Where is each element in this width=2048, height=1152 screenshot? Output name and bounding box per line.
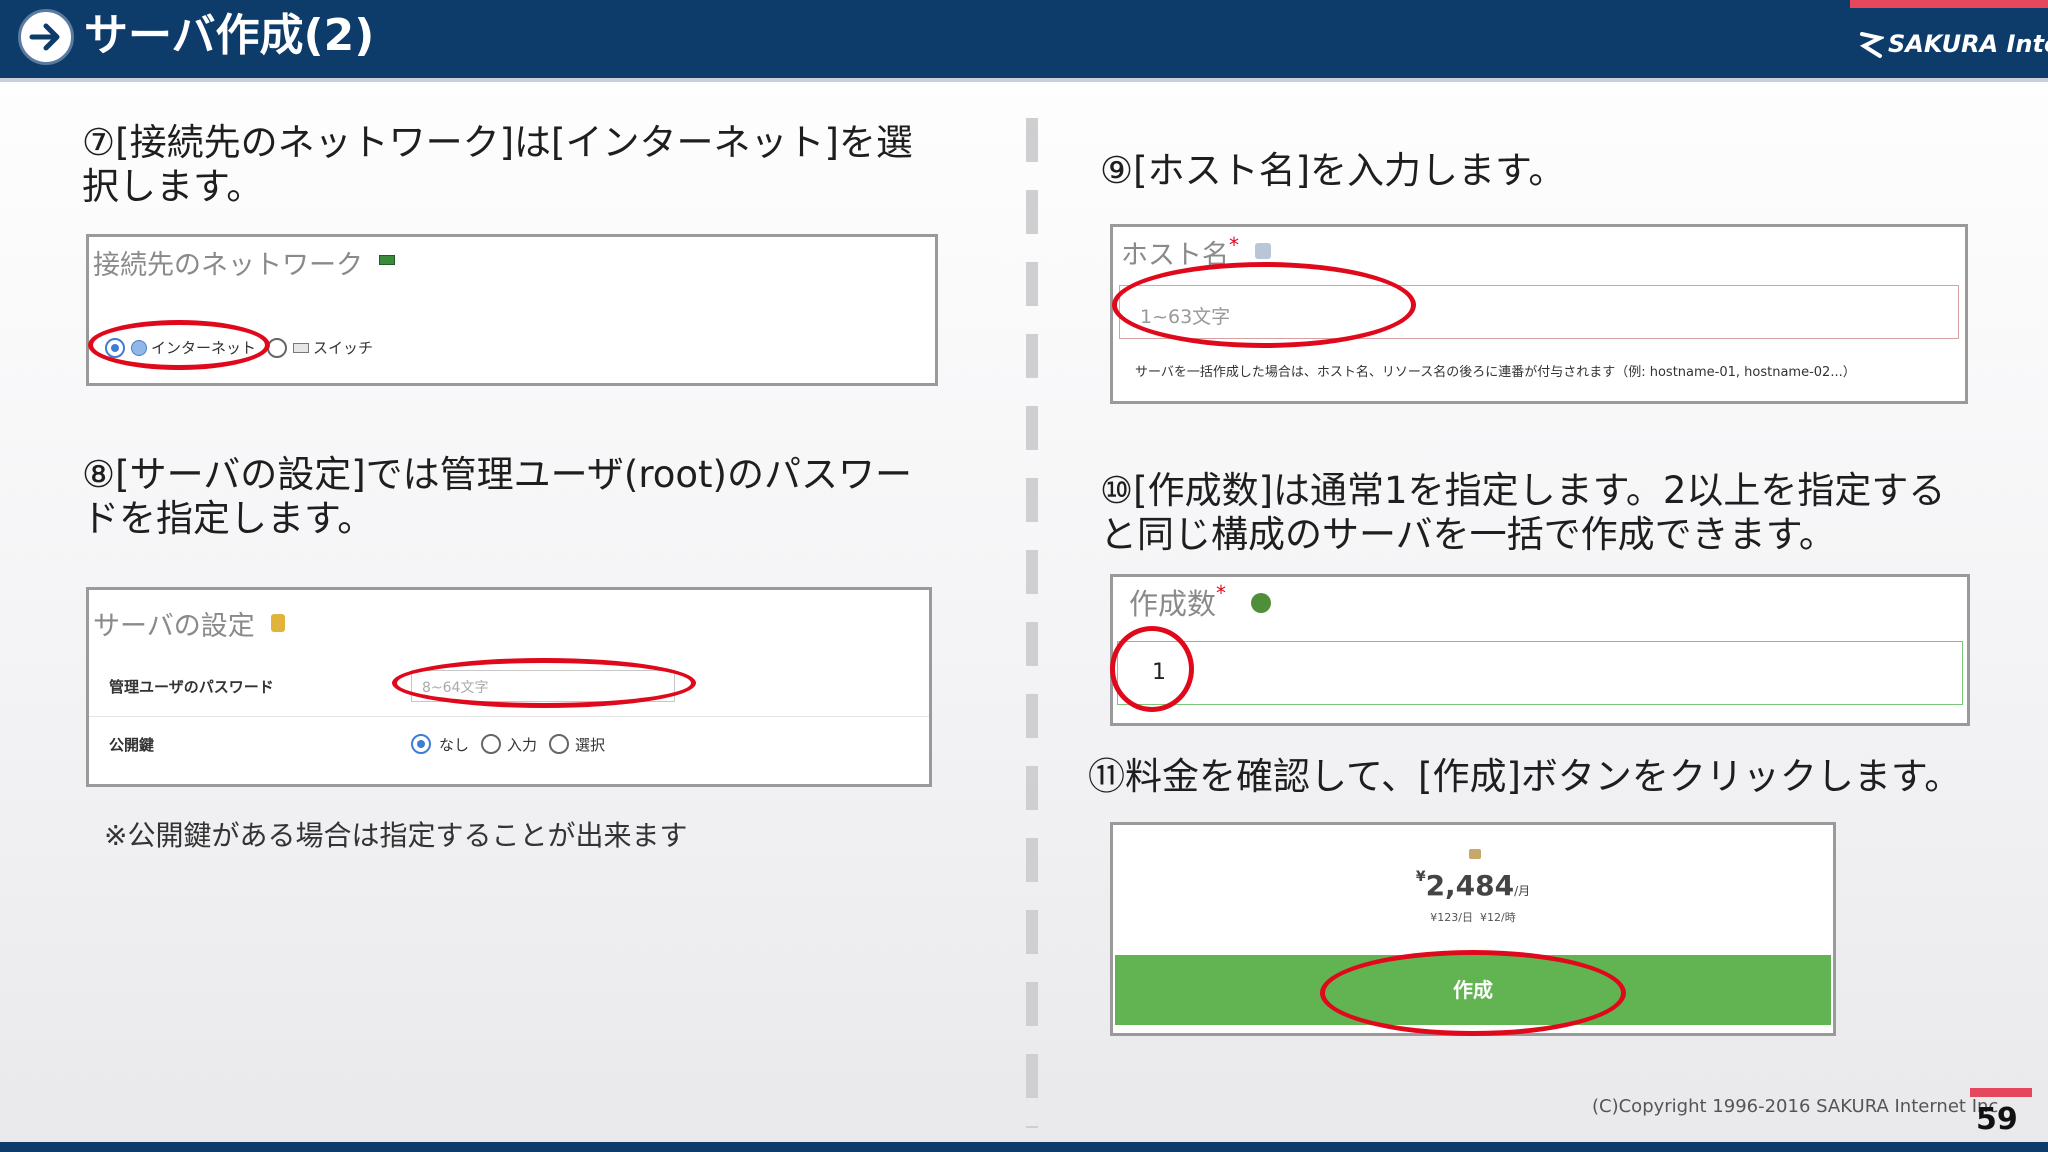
step7-line2: 択します。 <box>82 165 264 208</box>
server-settings-title: サーバの設定 <box>93 611 255 642</box>
slide-title: サーバ作成(2) <box>84 10 375 61</box>
header-shadow <box>0 78 2048 82</box>
highlight-ring-hostname <box>1112 262 1416 348</box>
price-main: ¥2,484/月 <box>1113 869 1833 902</box>
trophy-icon <box>271 614 285 632</box>
step8-line1: ⑧[サーバの設定]では管理ユーザ(root)のパスワー <box>82 453 912 496</box>
network-card-icon <box>379 255 395 265</box>
sakura-logo: SAKURA Internet <box>1858 26 2048 62</box>
count-input[interactable]: 1 <box>1117 641 1963 705</box>
price-hourly: ¥12/時 <box>1480 911 1516 924</box>
page-number: 59 <box>1976 1102 2018 1137</box>
switch-icon <box>293 343 309 353</box>
arrow-right-icon <box>18 9 74 65</box>
coin-icon <box>1469 849 1481 859</box>
pubkey-select-label[interactable]: 選択 <box>575 734 605 755</box>
step8-line2: ドを指定します。 <box>82 497 375 540</box>
required-mark: * <box>1229 233 1239 257</box>
logo-text: SAKURA Internet <box>1888 30 2048 58</box>
radio-pubkey-input[interactable] <box>481 734 501 754</box>
price-sub: ¥123/日 ¥12/時 <box>1113 909 1833 925</box>
count-panel: 作成数* 1 <box>1110 574 1970 726</box>
pubkey-label: 公開鍵 <box>109 736 155 754</box>
radio-pubkey-select[interactable] <box>549 734 569 754</box>
step11-line1: ⑪料金を確認して、[作成]ボタンをクリックします。 <box>1088 755 1962 798</box>
highlight-ring-create <box>1320 950 1626 1036</box>
column-divider <box>1026 118 1038 1128</box>
highlight-ring-internet <box>88 320 270 370</box>
count-title: 作成数* <box>1129 581 1226 623</box>
pubkey-none-label[interactable]: なし <box>439 734 469 755</box>
sakura-logo-icon <box>1859 32 1886 58</box>
network-panel-title: 接続先のネットワーク <box>93 250 363 281</box>
accent-bar-bottom <box>1970 1088 2032 1097</box>
tree-icon <box>1251 593 1271 613</box>
highlight-ring-password <box>392 658 696 708</box>
step9-line1: ⑨[ホスト名]を入力します。 <box>1100 149 1566 192</box>
step10-line2: と同じ構成のサーバを一括で作成できます。 <box>1100 513 1836 556</box>
step10-line1: ⑩[作成数]は通常1を指定します。2以上を指定する <box>1100 469 1946 512</box>
hostname-help: サーバを一括作成した場合は、ホスト名、リソース名の後ろに連番が付与されます（例:… <box>1135 365 1856 380</box>
highlight-ring-count <box>1110 626 1194 712</box>
price-value: 2,484 <box>1425 869 1515 902</box>
price-daily: ¥123/日 <box>1430 911 1473 924</box>
footer-bar <box>0 1142 2048 1152</box>
price-unit: /月 <box>1514 884 1531 898</box>
pubkey-input-label[interactable]: 入力 <box>507 734 537 755</box>
accent-bar-top <box>1850 0 2048 8</box>
count-required-mark: * <box>1216 581 1227 605</box>
password-label: 管理ユーザのパスワード <box>109 678 274 696</box>
count-title-text: 作成数 <box>1129 587 1217 621</box>
copyright: (C)Copyright 1996-2016 SAKURA Internet I… <box>1592 1096 2005 1117</box>
radio-pubkey-none[interactable] <box>411 734 431 754</box>
tag-icon <box>1255 243 1271 259</box>
radio-switch[interactable] <box>267 338 287 358</box>
option-switch-label[interactable]: スイッチ <box>313 337 373 358</box>
row-divider <box>89 716 929 717</box>
step7-line1: ⑦[接続先のネットワーク]は[インターネット]を選 <box>82 121 913 164</box>
price-prefix: ¥ <box>1415 869 1426 885</box>
pubkey-note: ※公開鍵がある場合は指定することが出来ます <box>104 819 688 852</box>
